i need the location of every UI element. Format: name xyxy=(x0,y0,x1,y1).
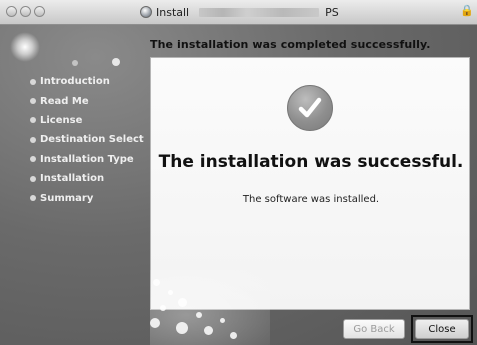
step-bullet-icon xyxy=(30,195,36,202)
step-bullet-icon xyxy=(30,136,36,143)
minimize-window-button[interactable] xyxy=(20,6,31,17)
step-bullet-icon xyxy=(30,78,36,85)
decor-glow xyxy=(112,58,120,66)
decor-bubble xyxy=(204,326,213,335)
decor-bubble xyxy=(178,298,187,307)
decor-bubble xyxy=(230,332,237,339)
success-title: The installation was successful. xyxy=(158,152,464,172)
close-window-button[interactable] xyxy=(6,6,17,17)
decor-bubble xyxy=(168,290,173,295)
installer-window: Install PS 🔒 The installation was comple… xyxy=(0,0,477,345)
decor-bubble xyxy=(196,312,202,318)
sidebar-item-label: Summary xyxy=(40,192,94,204)
sidebar-item-destination-select: Destination Select xyxy=(30,130,145,149)
sidebar-item-label: License xyxy=(40,114,83,126)
step-bullet-icon xyxy=(30,156,36,163)
sidebar-item-license: License xyxy=(30,111,145,130)
sidebar-item-read-me: Read Me xyxy=(30,91,145,110)
decor-bubble xyxy=(150,318,160,328)
window-title-suffix: PS xyxy=(325,5,339,19)
sidebar-item-summary: Summary xyxy=(30,188,145,207)
decor-glow xyxy=(10,32,40,62)
step-bullet-icon xyxy=(30,117,36,124)
sidebar-item-label: Installation Type xyxy=(40,153,134,165)
sidebar-item-introduction: Introduction xyxy=(30,72,145,91)
step-bullet-icon xyxy=(30,98,36,105)
sidebar-item-label: Introduction xyxy=(40,76,110,88)
close-button[interactable]: Close xyxy=(415,319,469,339)
go-back-button[interactable]: Go Back xyxy=(343,319,405,339)
decor-bubble xyxy=(160,305,166,311)
sidebar-item-label: Installation xyxy=(40,173,105,185)
sidebar-item-label: Read Me xyxy=(40,95,89,107)
decor-bubble xyxy=(220,318,225,323)
sidebar-item-label: Destination Select xyxy=(40,134,144,146)
window-title: Install PS xyxy=(140,4,339,20)
sidebar-item-installation: Installation xyxy=(30,169,145,188)
window-title-prefix: Install xyxy=(156,5,190,19)
installer-icon xyxy=(140,6,152,18)
lock-icon: 🔒 xyxy=(460,4,474,17)
checkmark-glyph xyxy=(298,97,322,118)
step-bullet-icon xyxy=(30,175,36,182)
installer-steps-sidebar: Introduction Read Me License Destination… xyxy=(30,72,145,208)
decor-bubble xyxy=(153,279,160,286)
decor-glow xyxy=(72,60,78,66)
checkmark-icon xyxy=(287,85,333,131)
title-bar: Install PS 🔒 xyxy=(0,0,477,25)
success-message: The software was installed. xyxy=(242,194,380,205)
page-heading: The installation was completed successfu… xyxy=(150,38,431,51)
zoom-window-button[interactable] xyxy=(34,6,45,17)
window-title-redacted xyxy=(199,7,320,17)
decor-bubble xyxy=(176,322,188,334)
sidebar-item-installation-type: Installation Type xyxy=(30,150,145,169)
